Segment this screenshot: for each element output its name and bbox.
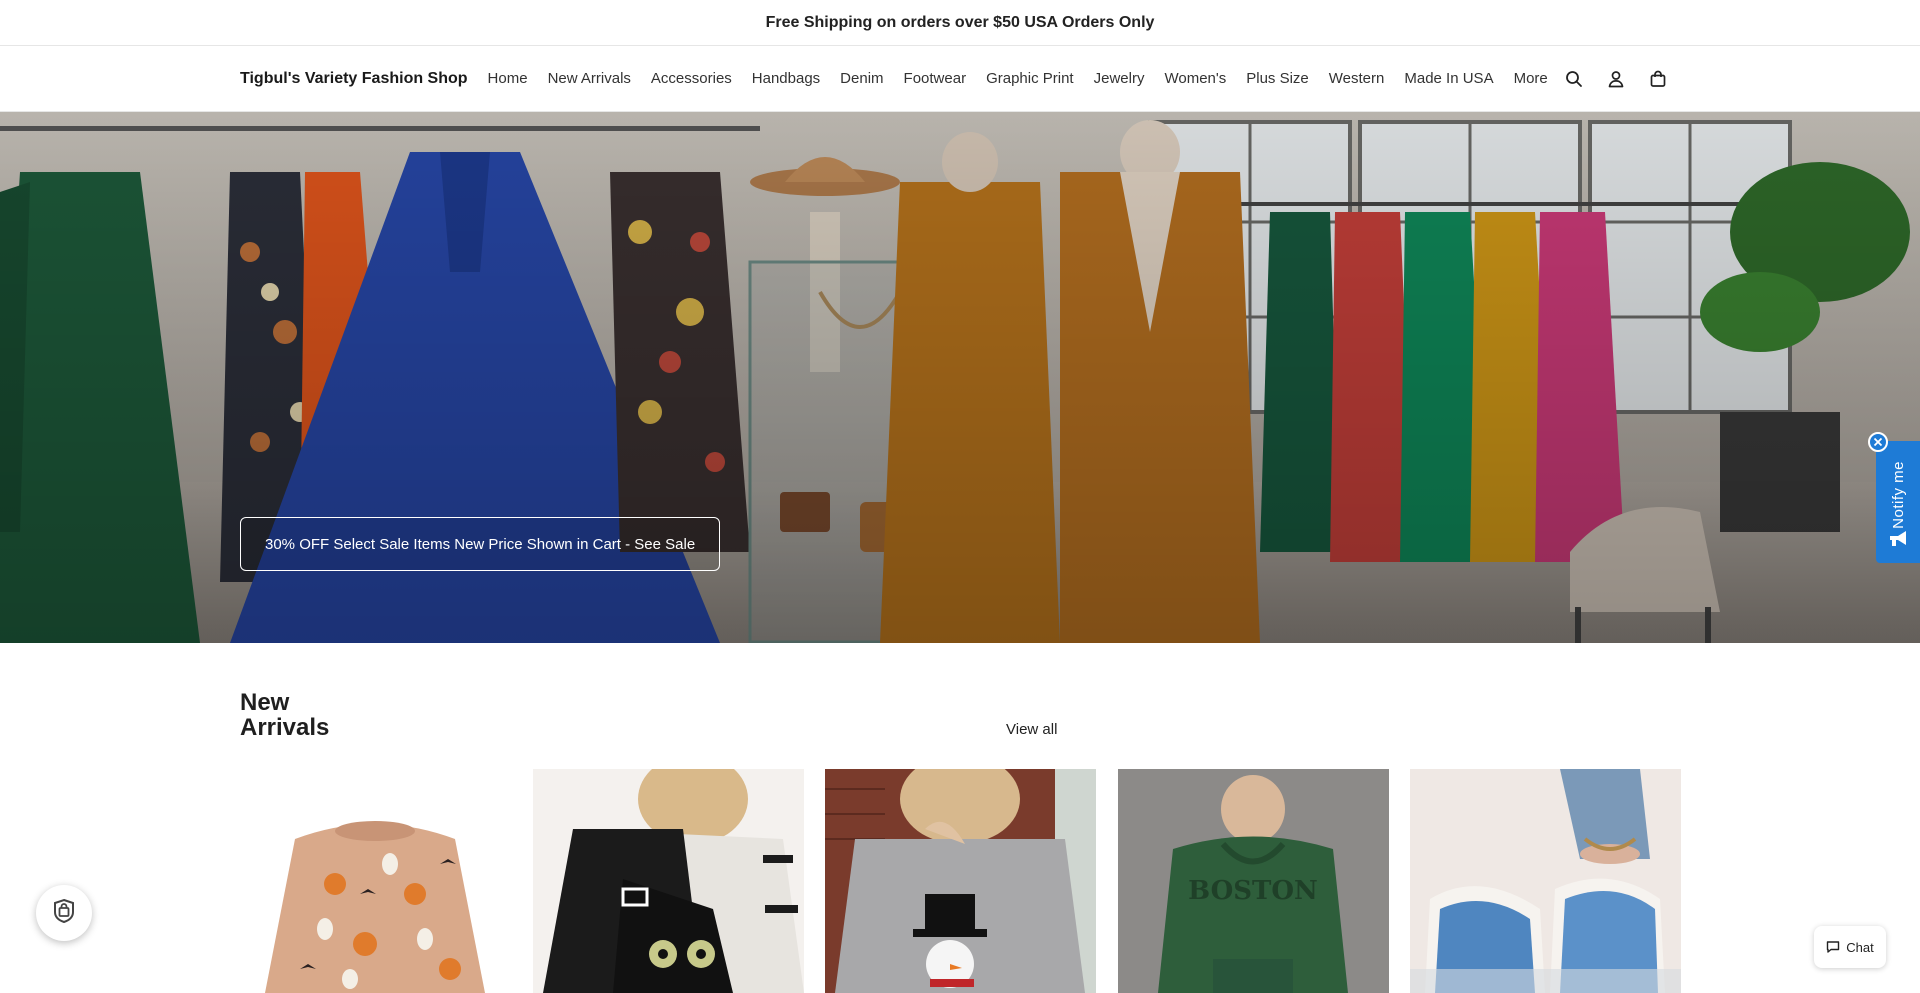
- hero-banner: 30% OFF Select Sale Items New Price Show…: [0, 112, 1920, 643]
- nav-new-arrivals[interactable]: New Arrivals: [548, 70, 631, 87]
- chat-bubble-icon: [1827, 941, 1840, 953]
- nav-western[interactable]: Western: [1329, 70, 1385, 87]
- nav-graphic-print[interactable]: Graphic Print: [986, 70, 1074, 87]
- nav-more[interactable]: More: [1514, 70, 1548, 87]
- announcement-bar: Free Shipping on orders over $50 USA Ord…: [0, 0, 1920, 46]
- svg-text:BOSTON: BOSTON: [1188, 876, 1318, 906]
- account-icon[interactable]: [1606, 69, 1626, 89]
- cart-icon[interactable]: [1648, 69, 1668, 89]
- product-card[interactable]: [1410, 769, 1681, 993]
- sale-cta-button[interactable]: 30% OFF Select Sale Items New Price Show…: [240, 517, 721, 571]
- main-nav: Home New Arrivals Accessories Handbags D…: [488, 70, 1560, 87]
- section-title-new-arrivals: New Arrivals: [240, 689, 330, 741]
- product-image: [1410, 769, 1681, 993]
- nav-footwear[interactable]: Footwear: [904, 70, 967, 87]
- nav-made-in-usa[interactable]: Made In USA: [1404, 70, 1493, 87]
- store-logo[interactable]: Tigbul's Variety Fashion Shop: [240, 70, 468, 88]
- announcement-text: Free Shipping on orders over $50 USA Ord…: [765, 13, 1155, 31]
- product-image: [825, 769, 1096, 993]
- nav-plus-size[interactable]: Plus Size: [1246, 70, 1309, 87]
- search-icon[interactable]: [1564, 69, 1584, 89]
- chat-label: Chat: [1846, 939, 1874, 955]
- notify-me-label: Notify me: [1889, 461, 1907, 529]
- product-card[interactable]: [240, 769, 511, 993]
- product-card[interactable]: BOSTON: [1117, 769, 1389, 993]
- site-header: Tigbul's Variety Fashion Shop Home New A…: [0, 46, 1920, 112]
- nav-home[interactable]: Home: [488, 70, 528, 87]
- notify-me-tab[interactable]: Notify me: [1868, 432, 1920, 563]
- megaphone-icon: [1887, 530, 1909, 553]
- close-icon[interactable]: [1868, 432, 1888, 452]
- nav-denim[interactable]: Denim: [840, 70, 883, 87]
- chat-button[interactable]: Chat: [1814, 926, 1886, 968]
- header-icons: [1564, 69, 1690, 89]
- product-card[interactable]: [825, 769, 1096, 993]
- nav-jewelry[interactable]: Jewelry: [1094, 70, 1145, 87]
- nav-handbags[interactable]: Handbags: [752, 70, 820, 87]
- product-image: BOSTON: [1117, 769, 1389, 993]
- view-all-link[interactable]: View all: [1006, 721, 1057, 738]
- product-image: [532, 769, 804, 993]
- shopping-bag-icon: [51, 898, 77, 929]
- product-card[interactable]: [532, 769, 804, 993]
- shop-badge-button[interactable]: [36, 885, 92, 941]
- product-grid: BOSTON: [240, 769, 1703, 993]
- product-image: [240, 769, 511, 993]
- nav-accessories[interactable]: Accessories: [651, 70, 732, 87]
- nav-womens[interactable]: Women's: [1164, 70, 1226, 87]
